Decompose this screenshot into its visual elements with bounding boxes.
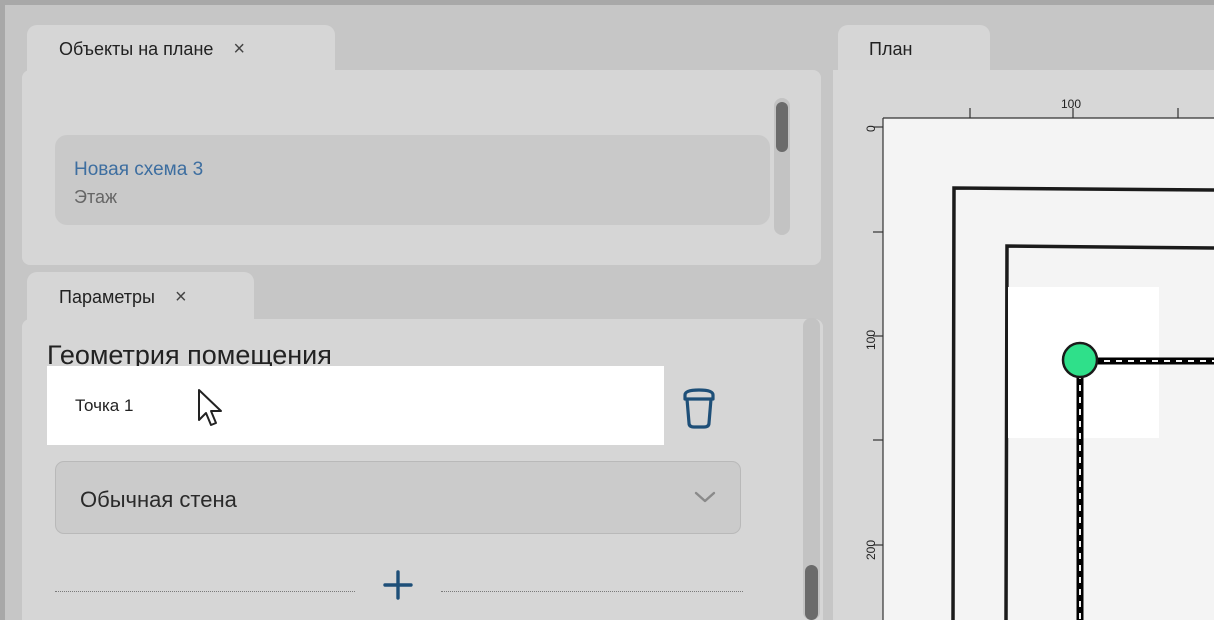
ruler-y-label-0: 0: [864, 125, 878, 132]
tab-plan[interactable]: План: [838, 25, 990, 73]
close-icon[interactable]: ×: [233, 38, 245, 61]
point-marker[interactable]: [1061, 341, 1099, 379]
object-name-link[interactable]: Новая схема 3: [74, 159, 770, 181]
tab-parameters[interactable]: Параметры ×: [27, 272, 254, 322]
parameters-scrollbar-thumb[interactable]: [805, 565, 818, 620]
wall-type-value: Обычная стена: [80, 487, 237, 512]
ruler-y-label-200: 200: [864, 540, 878, 560]
wall-type-select[interactable]: Обычная стена: [55, 461, 741, 534]
tab-plan-label: План: [869, 38, 913, 59]
chevron-down-icon: [694, 491, 716, 503]
point-row[interactable]: Точка 1: [47, 366, 664, 445]
object-list-item[interactable]: Новая схема 3 Этаж: [55, 135, 770, 225]
tab-objects-label: Объекты на плане: [59, 38, 214, 59]
ruler-y-label-100: 100: [864, 330, 878, 350]
plus-icon[interactable]: [381, 568, 415, 602]
divider-right: [441, 591, 743, 592]
divider-left: [55, 591, 355, 592]
close-icon[interactable]: ×: [175, 286, 187, 309]
object-type-label: Этаж: [74, 187, 118, 207]
objects-scrollbar-thumb[interactable]: [776, 102, 788, 152]
trash-icon[interactable]: [680, 385, 718, 431]
point-label: Точка 1: [75, 396, 134, 415]
plan-view[interactable]: 100 0 100 200: [833, 70, 1214, 620]
mouse-cursor-icon: [198, 389, 222, 426]
plan-canvas[interactable]: 100 0 100 200: [833, 70, 1214, 620]
ruler-x-label-100: 100: [1061, 97, 1081, 111]
tab-objects[interactable]: Объекты на плане ×: [27, 25, 335, 73]
tab-parameters-label: Параметры: [59, 286, 155, 307]
